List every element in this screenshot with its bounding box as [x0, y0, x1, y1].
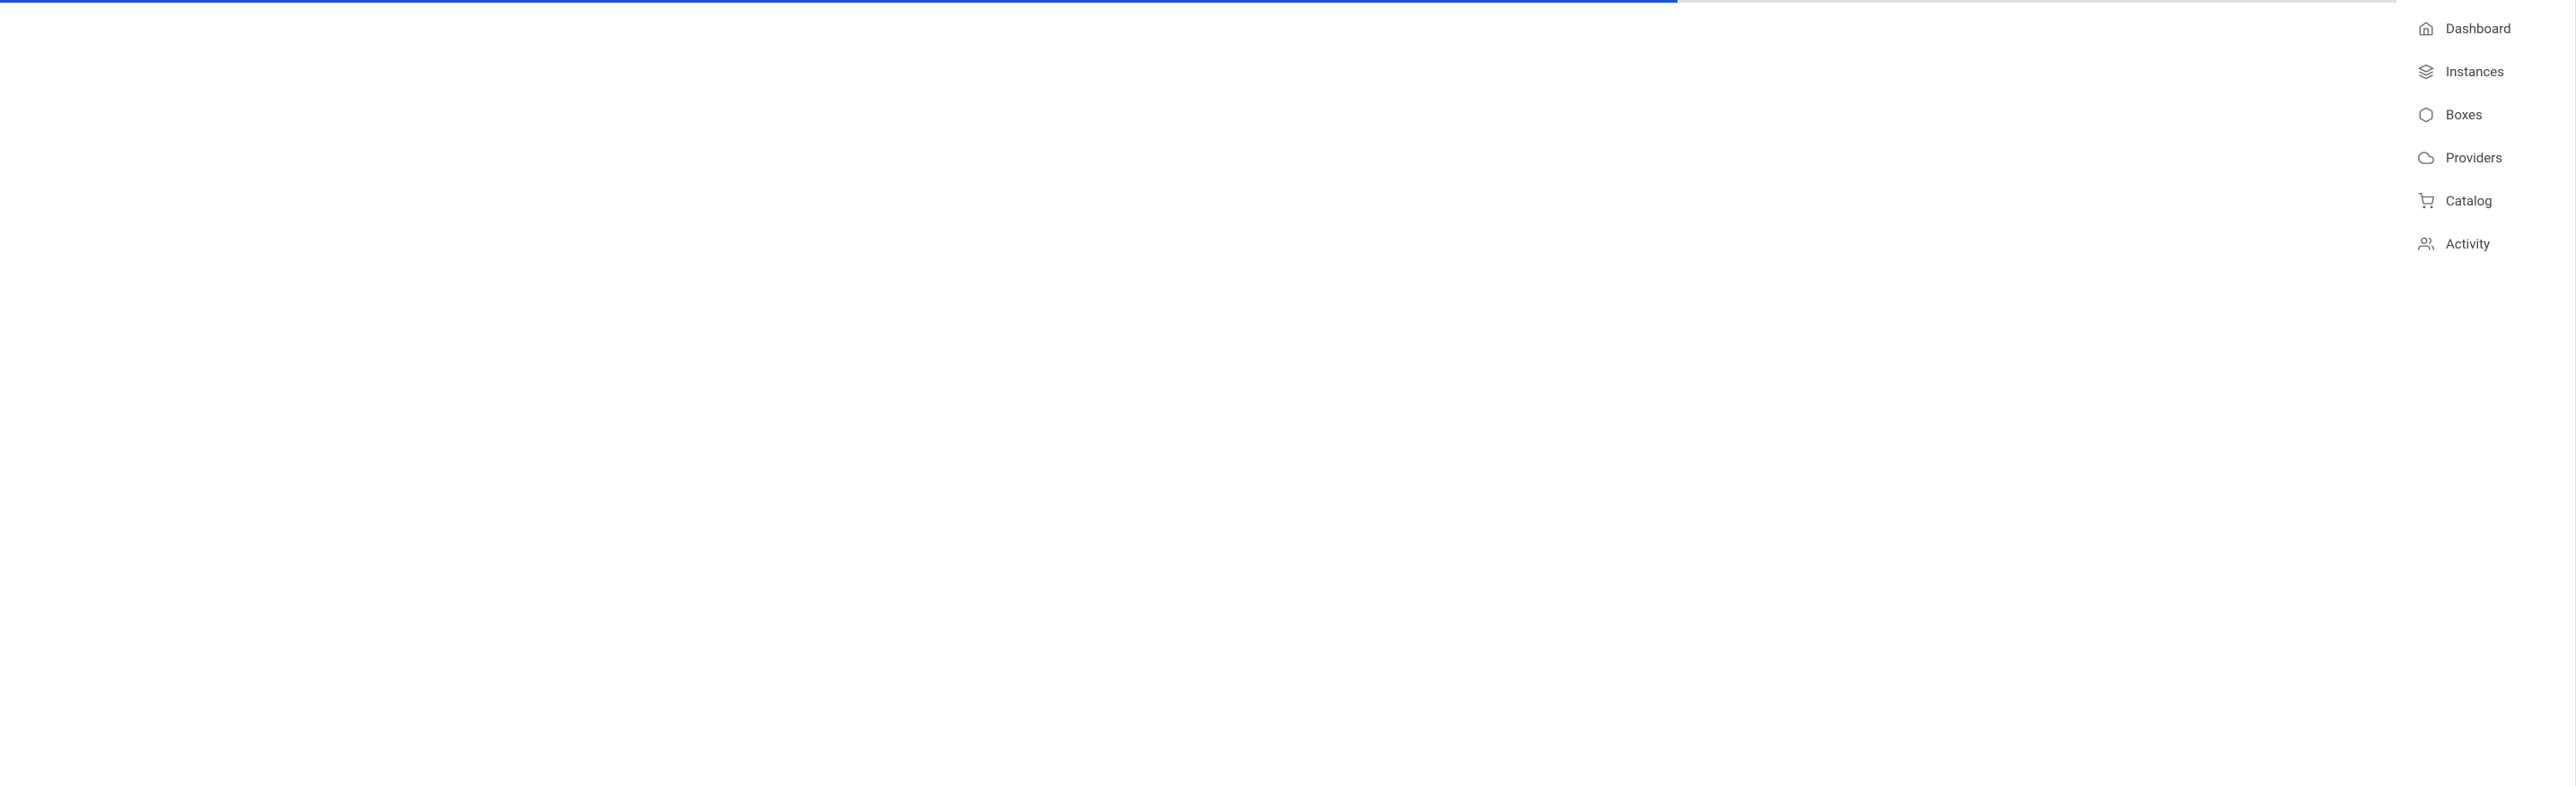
- top-progress-bar: [0, 0, 2396, 3]
- home-icon: [2417, 20, 2435, 38]
- sidebar: Dashboard Instances Boxes Providers: [2396, 0, 2576, 786]
- sidebar-item-activity[interactable]: Activity: [2396, 223, 2575, 266]
- box-icon: [2417, 106, 2435, 124]
- activity-icon: [2417, 235, 2435, 253]
- sidebar-label-dashboard: Dashboard: [2446, 21, 2511, 37]
- sidebar-item-providers[interactable]: Providers: [2396, 136, 2575, 179]
- sidebar-label-boxes: Boxes: [2446, 107, 2483, 123]
- cloud-icon: [2417, 149, 2435, 167]
- sidebar-label-providers: Providers: [2446, 150, 2502, 166]
- sidebar-item-instances[interactable]: Instances: [2396, 50, 2575, 93]
- sidebar-item-boxes[interactable]: Boxes: [2396, 93, 2575, 136]
- sidebar-item-catalog[interactable]: Catalog: [2396, 179, 2575, 223]
- sidebar-label-instances: Instances: [2446, 64, 2504, 80]
- layers-icon: [2417, 63, 2435, 81]
- cart-icon: [2417, 192, 2435, 210]
- sidebar-label-activity: Activity: [2446, 236, 2490, 252]
- sidebar-item-dashboard[interactable]: Dashboard: [2396, 7, 2575, 50]
- sidebar-label-catalog: Catalog: [2446, 193, 2493, 209]
